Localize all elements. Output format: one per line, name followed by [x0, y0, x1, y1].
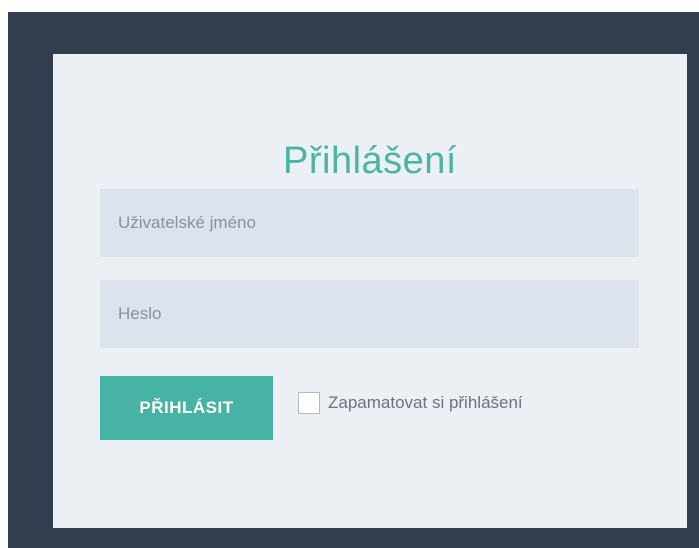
username-input[interactable]: [100, 189, 639, 257]
password-input[interactable]: [100, 280, 639, 348]
login-card: Přihlášení PŘIHLÁSIT Zapamatovat si přih…: [53, 54, 687, 528]
login-frame: Přihlášení PŘIHLÁSIT Zapamatovat si přih…: [8, 12, 699, 548]
remember-me-checkbox[interactable]: [298, 392, 320, 414]
remember-me-option[interactable]: Zapamatovat si přihlášení: [298, 391, 523, 415]
remember-me-label: Zapamatovat si přihlášení: [328, 393, 523, 412]
login-button[interactable]: PŘIHLÁSIT: [100, 376, 273, 440]
login-title: Přihlášení: [283, 140, 457, 182]
